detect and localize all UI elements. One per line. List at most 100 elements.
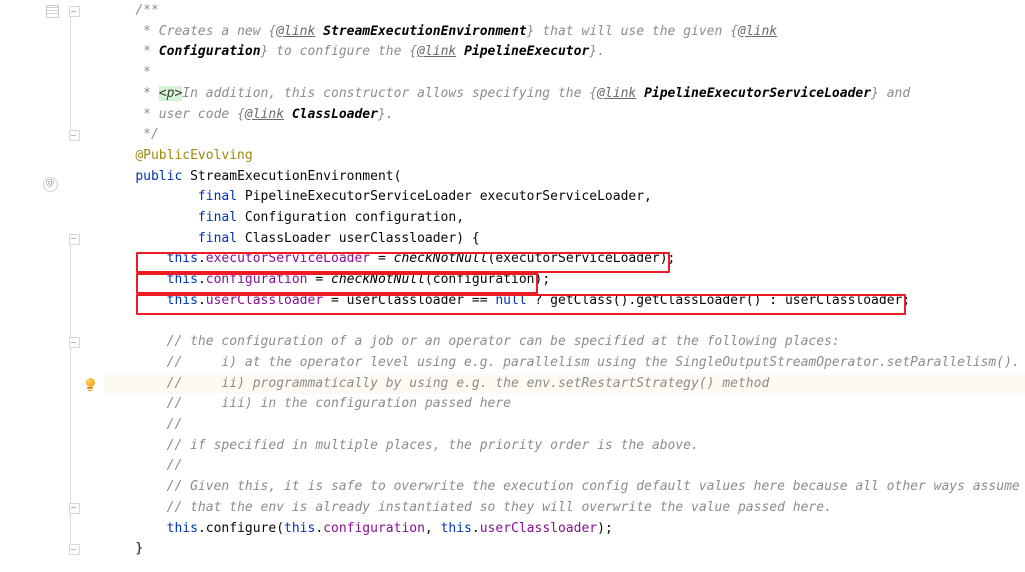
code-line-217[interactable]: 217 public StreamExecutionEnvironment(: [0, 167, 1025, 188]
line-content[interactable]: final ClassLoader userClassloader) {: [104, 229, 480, 250]
line-content[interactable]: this.executorServiceLoader = checkNotNul…: [104, 249, 676, 270]
code-line-222[interactable]: 222 this.configuration = checkNotNull(co…: [0, 270, 1025, 291]
line-content[interactable]: }: [104, 539, 143, 560]
line-content[interactable]: /**: [104, 1, 158, 22]
line-content[interactable]: // Given this, it is safe to overwrite t…: [104, 477, 1020, 498]
code-line-234[interactable]: 234 this.configure(this.configuration, t…: [0, 519, 1025, 540]
editor-gutter[interactable]: [0, 0, 104, 572]
token-doc: In addition, this constructor allows spe…: [182, 85, 598, 101]
token-plain: .: [197, 292, 206, 308]
token-kw: final: [197, 189, 238, 205]
code-line-228[interactable]: 228 // iii) in the configuration passed …: [0, 394, 1025, 415]
token-doclink: PipelineExecutor: [464, 44, 590, 60]
line-content[interactable]: */: [104, 125, 159, 146]
line-content[interactable]: this.configuration = checkNotNull(config…: [104, 270, 551, 291]
line-content[interactable]: // if specified in multiple places, the …: [104, 436, 699, 457]
fold-start-icon[interactable]: [66, 229, 82, 250]
code-line-218[interactable]: 218 final PipelineExecutorServiceLoader …: [0, 187, 1025, 208]
token-kw: this: [166, 272, 198, 288]
code-line-225[interactable]: 225 // the configuration of a job or an …: [0, 332, 1025, 353]
token-kw: this: [166, 520, 198, 536]
code-line-209[interactable]: 209 /**: [0, 1, 1025, 22]
code-line-229[interactable]: 229 //: [0, 415, 1025, 436]
line-content[interactable]: * Configuration} to configure the {@link…: [104, 42, 605, 63]
token-field: configuration: [205, 272, 308, 288]
line-content[interactable]: * Creates a new {@link StreamExecutionEn…: [104, 22, 777, 43]
token-plain: =: [307, 272, 331, 288]
token-doc: }.: [589, 44, 605, 60]
token-plain: }: [104, 541, 144, 557]
token-plain: (configuration);: [424, 272, 551, 288]
line-content[interactable]: //: [104, 456, 183, 477]
fold-start-icon[interactable]: [66, 498, 82, 519]
code-line-230[interactable]: 230 // if specified in multiple places, …: [0, 436, 1025, 457]
code-line-227[interactable]: 227 // ii) programmatically by using e.g…: [0, 373, 1025, 395]
intention-bulb-icon[interactable]: [82, 374, 98, 395]
fold-start-icon[interactable]: [66, 1, 82, 22]
line-content[interactable]: //: [104, 415, 183, 436]
token-plain: =: [370, 251, 394, 267]
token-plain: ? getClass().getClassLoader() : userClas…: [526, 292, 911, 308]
code-line-226[interactable]: 226 // i) at the operator level using e.…: [0, 353, 1025, 374]
code-line-214[interactable]: 214 * user code {@link ClassLoader}.: [0, 105, 1025, 126]
line-content[interactable]: // i) at the operator level using e.g. p…: [104, 353, 1020, 374]
code-line-220[interactable]: 220 final ClassLoader userClassloader) {: [0, 229, 1025, 250]
line-content[interactable]: // iii) in the configuration passed here: [104, 394, 511, 415]
token-cmt: // that the env is already instantiated …: [166, 499, 832, 515]
code-line-221[interactable]: 221 this.executorServiceLoader = checkNo…: [0, 249, 1025, 270]
token-doc: *: [104, 85, 159, 101]
token-kw: final: [197, 230, 238, 246]
code-line-215[interactable]: 215 */: [0, 125, 1025, 146]
line-content[interactable]: * user code {@link ClassLoader}.: [104, 105, 393, 126]
line-content[interactable]: * <p>In addition, this constructor allow…: [104, 84, 910, 105]
fold-start-icon[interactable]: [66, 332, 82, 353]
line-content[interactable]: // that the env is already instantiated …: [104, 498, 832, 519]
fold-end-icon[interactable]: [66, 125, 82, 146]
token-field: userClassloader: [479, 520, 598, 536]
code-editor[interactable]: 209 /**210 * Creates a new {@link Stream…: [0, 0, 1025, 572]
token-cmt: // Given this, it is safe to overwrite t…: [166, 479, 1020, 495]
code-line-223[interactable]: 223 this.userClassloader = userClassload…: [0, 291, 1025, 312]
code-line-210[interactable]: 210 * Creates a new {@link StreamExecuti…: [0, 22, 1025, 43]
line-content[interactable]: final Configuration configuration,: [104, 208, 464, 229]
code-line-224[interactable]: 224: [0, 312, 1025, 333]
code-line-233[interactable]: 233 // that the env is already instantia…: [0, 498, 1025, 519]
line-content[interactable]: this.configure(this.configuration, this.…: [104, 519, 613, 540]
token-doc: *: [104, 23, 159, 39]
line-content[interactable]: @PublicEvolving: [104, 146, 252, 167]
code-line-213[interactable]: 213 * <p>In addition, this constructor a…: [0, 84, 1025, 105]
code-line-219[interactable]: 219 final Configuration configuration,: [0, 208, 1025, 229]
code-line-211[interactable]: 211 * Configuration} to configure the {@…: [0, 42, 1025, 63]
token-plain: );: [597, 520, 613, 536]
fold-end-icon[interactable]: [66, 539, 82, 560]
code-line-232[interactable]: 232 // Given this, it is safe to overwri…: [0, 477, 1025, 498]
token-plain: .: [471, 520, 480, 536]
line-content[interactable]: this.userClassloader = userClassloader =…: [104, 291, 911, 312]
code-line-235[interactable]: 235 }: [0, 539, 1025, 560]
line-content[interactable]: // ii) programmatically by using e.g. th…: [104, 374, 770, 395]
line-content[interactable]: final PipelineExecutorServiceLoader exec…: [104, 187, 652, 208]
token-kw: null: [495, 292, 527, 308]
token-doc: *: [104, 106, 159, 122]
code-line-212[interactable]: 212 *: [0, 63, 1025, 84]
token-cmt: // ii) programmatically by using e.g. th…: [166, 375, 770, 391]
line-content[interactable]: // the configuration of a job or an oper…: [104, 332, 840, 353]
line-content[interactable]: *: [104, 63, 151, 84]
line-content[interactable]: public StreamExecutionEnvironment(: [104, 167, 401, 188]
annotation-gutter-icon[interactable]: @: [42, 167, 58, 192]
code-line-231[interactable]: 231 //: [0, 456, 1025, 477]
token-plain: Configuration configuration,: [237, 210, 465, 225]
code-line-216[interactable]: 216 @PublicEvolving: [0, 146, 1025, 167]
token-doc: *: [104, 44, 159, 60]
token-htmltag: <p>: [158, 85, 183, 101]
token-cmt: //: [166, 458, 183, 474]
